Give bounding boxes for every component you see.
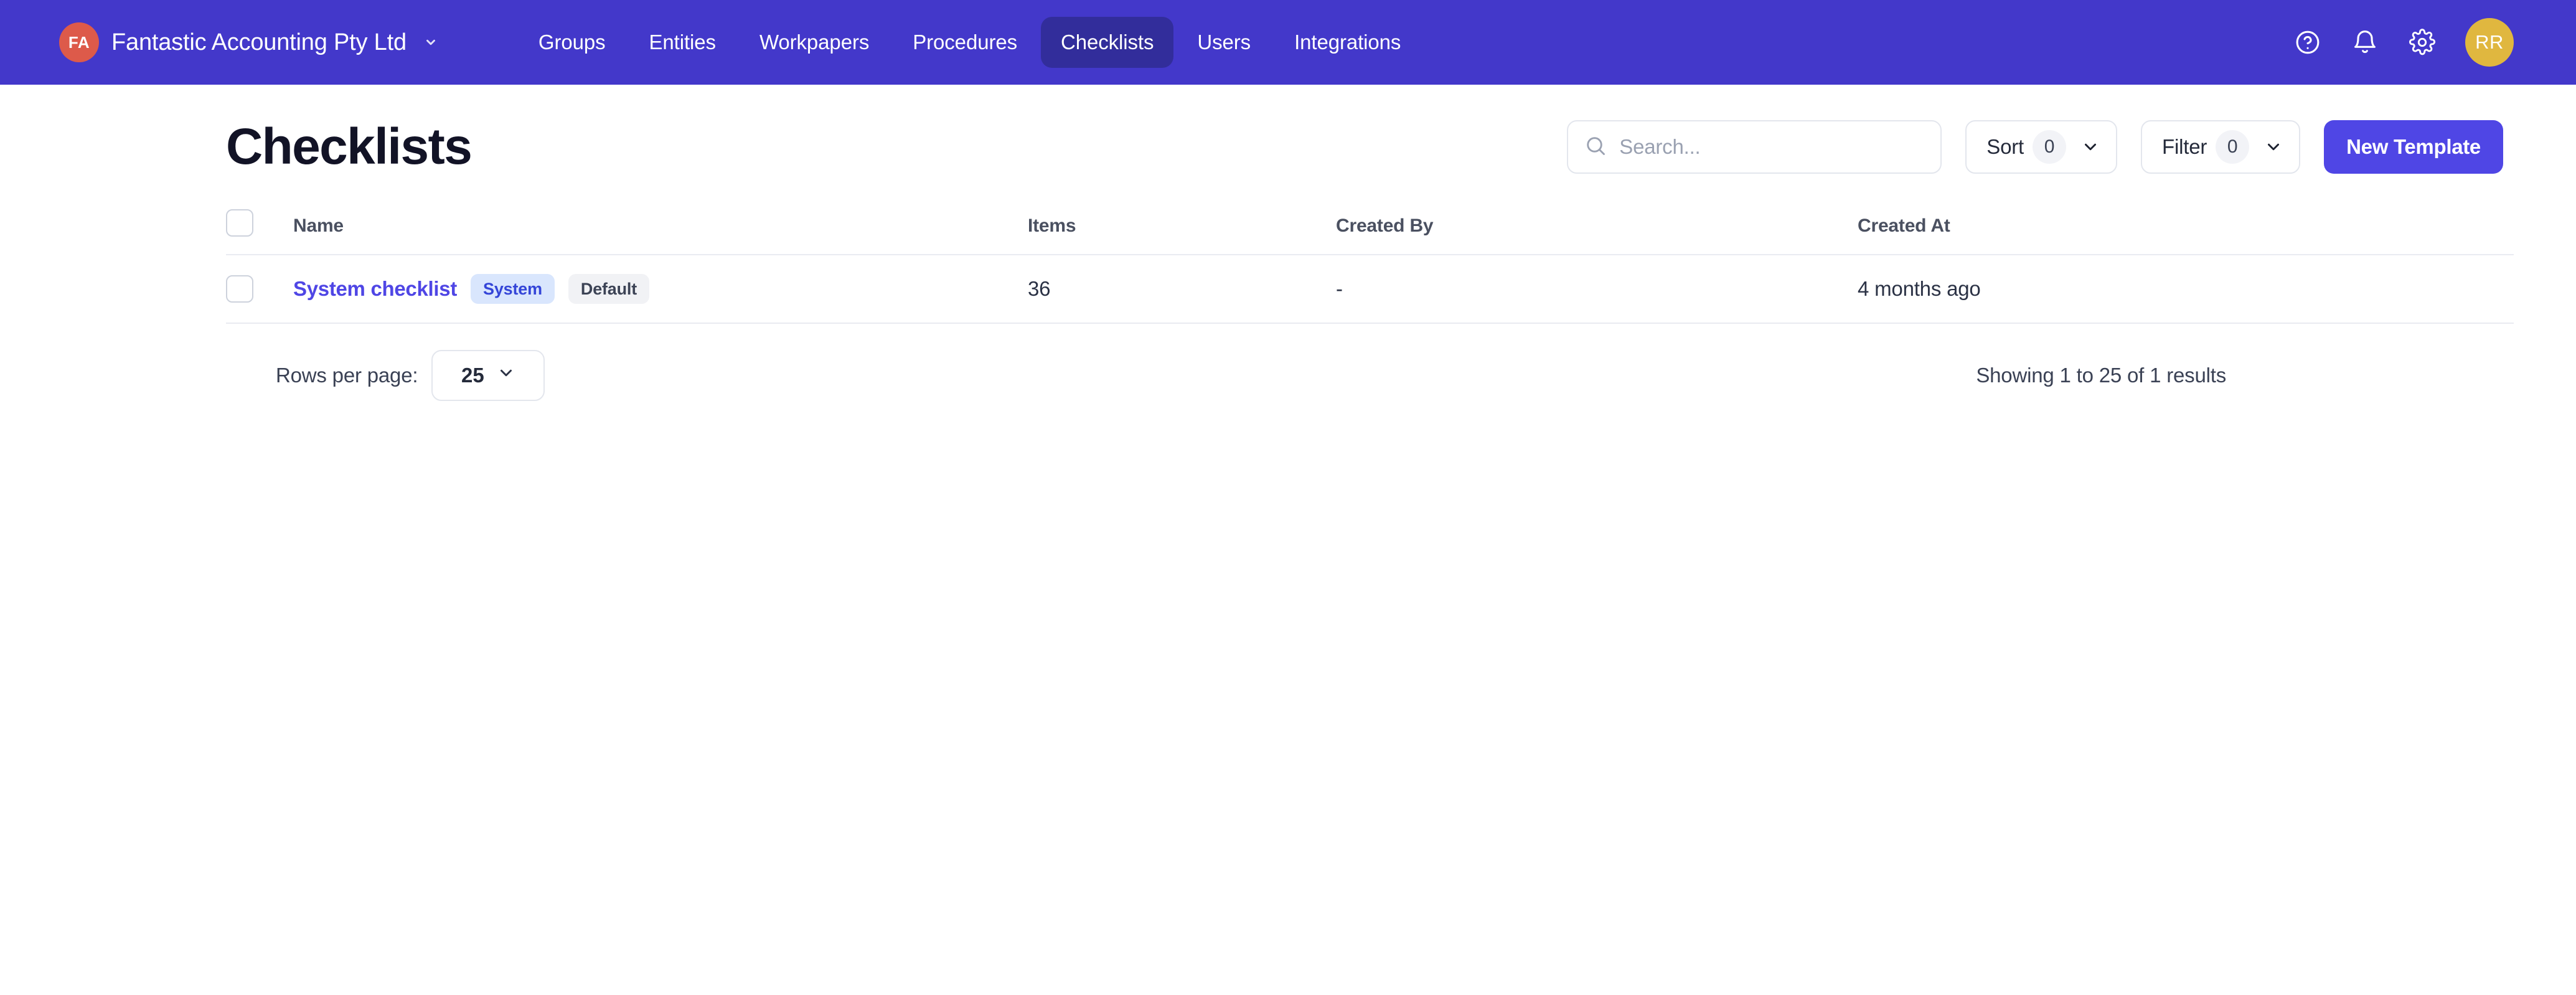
row-select-cell — [226, 255, 293, 324]
help-icon[interactable] — [2293, 28, 2322, 57]
select-all-header — [226, 209, 293, 255]
row-name-cell: System checklist System Default — [293, 255, 1028, 324]
sort-count-badge: 0 — [2033, 130, 2066, 164]
column-header-created-by[interactable]: Created By — [1336, 209, 1858, 255]
top-navigation-bar: FA Fantastic Accounting Pty Ltd Groups E… — [0, 0, 2576, 85]
rows-per-page-value: 25 — [461, 364, 484, 387]
nav-item-entities[interactable]: Entities — [629, 17, 736, 68]
nav-item-groups[interactable]: Groups — [519, 17, 626, 68]
settings-gear-icon[interactable] — [2408, 28, 2437, 57]
filter-button[interactable]: Filter 0 — [2141, 120, 2301, 174]
nav-actions: RR — [2293, 18, 2514, 67]
new-template-button[interactable]: New Template — [2324, 120, 2503, 174]
notifications-bell-icon[interactable] — [2351, 28, 2379, 57]
brand-avatar: FA — [59, 22, 99, 62]
table-header-row: Name Items Created By Created At — [226, 209, 2514, 255]
user-avatar[interactable]: RR — [2465, 18, 2514, 67]
nav-item-users[interactable]: Users — [1177, 17, 1271, 68]
rows-per-page-label: Rows per page: — [276, 364, 418, 387]
tag-system: System — [471, 274, 555, 304]
filter-count-badge: 0 — [2216, 130, 2250, 164]
search-box[interactable] — [1567, 120, 1942, 174]
checklist-name-link[interactable]: System checklist — [293, 277, 457, 301]
page-title: Checklists — [226, 118, 472, 175]
main-nav: Groups Entities Workpapers Procedures Ch… — [519, 17, 1421, 68]
results-summary: Showing 1 to 25 of 1 results — [1976, 364, 2226, 387]
rows-per-page-select[interactable]: 25 — [431, 350, 545, 401]
table-row: System checklist System Default 36 - 4 m… — [226, 255, 2514, 324]
brand-name: Fantastic Accounting Pty Ltd — [111, 29, 407, 55]
row-items-cell: 36 — [1028, 255, 1336, 324]
chevron-down-icon — [424, 35, 438, 49]
search-input[interactable] — [1619, 135, 1925, 159]
nav-item-integrations[interactable]: Integrations — [1274, 17, 1421, 68]
column-header-created-at[interactable]: Created At — [1858, 209, 2514, 255]
search-icon — [1584, 134, 1607, 160]
table-body: System checklist System Default 36 - 4 m… — [226, 255, 2514, 324]
nav-item-checklists[interactable]: Checklists — [1041, 17, 1174, 68]
row-created-at-cell: 4 months ago — [1858, 255, 2514, 324]
page-header: Checklists Sort 0 Filter 0 — [226, 85, 2514, 209]
rows-per-page-control: Rows per page: 25 — [276, 350, 545, 401]
nav-item-workpapers[interactable]: Workpapers — [740, 17, 889, 68]
row-created-by-cell: - — [1336, 255, 1858, 324]
chevron-down-icon — [2081, 138, 2100, 156]
select-all-checkbox[interactable] — [226, 209, 253, 237]
sort-label: Sort — [1986, 135, 2024, 158]
chevron-down-icon — [2264, 138, 2283, 156]
sort-button[interactable]: Sort 0 — [1965, 120, 2117, 174]
table-header: Name Items Created By Created At — [226, 209, 2514, 255]
row-checkbox[interactable] — [226, 275, 253, 303]
page-container: Checklists Sort 0 Filter 0 — [0, 85, 2576, 401]
tag-default: Default — [568, 274, 649, 304]
table-footer: Rows per page: 25 Showing 1 to 25 of 1 r… — [226, 324, 2514, 401]
nav-item-procedures[interactable]: Procedures — [893, 17, 1037, 68]
chevron-down-icon — [497, 364, 515, 387]
checklists-table: Name Items Created By Created At System … — [226, 209, 2514, 324]
column-header-name[interactable]: Name — [293, 209, 1028, 255]
column-header-items[interactable]: Items — [1028, 209, 1336, 255]
page-toolbar: Sort 0 Filter 0 New Template — [1567, 120, 2503, 174]
filter-label: Filter — [2162, 135, 2207, 158]
brand-switcher[interactable]: FA Fantastic Accounting Pty Ltd — [59, 22, 438, 62]
